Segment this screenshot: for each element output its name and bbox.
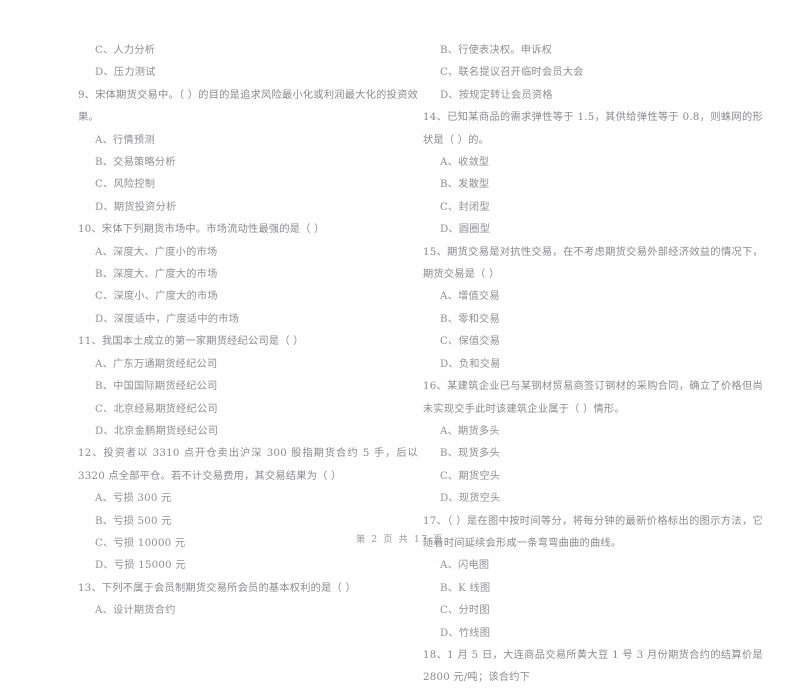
question-option[interactable]: C、保值交易 <box>423 331 763 353</box>
question-columns: C、人力分析 D、压力测试 9、宋体期货交易中。（ ）的目的是追求风险最小化或利润最… <box>0 0 800 683</box>
question-option[interactable]: B、深度大、广度大的市场 <box>78 264 418 286</box>
question-block: C、人力分析 D、压力测试 <box>78 40 418 85</box>
question-stem: 18、1 月 5 日，大连商品交易所黄大豆 1 号 3 月份期货合约的结算价是 … <box>423 649 763 684</box>
question-option[interactable]: B、亏损 500 元 <box>78 511 418 533</box>
question-option[interactable]: D、深度适中，广度适中的市场 <box>78 309 418 331</box>
question-option[interactable]: D、期货投资分析 <box>78 197 418 219</box>
question-block: 13、下列不属于会员制期货交易所会员的基本权利的是（ ） A、设计期货合约 <box>78 578 418 623</box>
question-option[interactable]: C、期货空头 <box>423 466 763 488</box>
question-option[interactable]: A、行情预测 <box>78 130 418 152</box>
question-stem: 9、宋体期货交易中。（ ）的目的是追求风险最小化或利润最大化的投资效果。 <box>78 89 418 124</box>
question-option[interactable]: D、亏损 15000 元 <box>78 555 418 577</box>
question-option[interactable]: D、竹线图 <box>423 623 763 645</box>
question-option[interactable]: B、交易策略分析 <box>78 152 418 174</box>
question-stem: 16、某建筑企业已与某钢材贸易商签订钢材的采购合同，确立了价格但尚未实现交手此时… <box>423 381 763 415</box>
question-option[interactable]: B、现货多头 <box>423 443 763 465</box>
question-option[interactable]: D、圆圈型 <box>423 219 763 241</box>
question-stem: 15、期货交易是对抗性交易，在不考虑期货交易外部经济效益的情况下，期货交易是（ … <box>423 246 763 281</box>
question-option[interactable]: B、行使表决权。申诉权 <box>423 40 763 62</box>
question-option[interactable]: A、亏损 300 元 <box>78 488 418 510</box>
question-option[interactable]: C、人力分析 <box>78 40 418 62</box>
question-option[interactable]: A、广东万通期货经纪公司 <box>78 354 418 376</box>
question-option[interactable]: B、零和交易 <box>423 309 763 331</box>
exam-page: C、人力分析 D、压力测试 9、宋体期货交易中。（ ）的目的是追求风险最小化或利润最… <box>0 0 800 683</box>
question-option[interactable]: A、设计期货合约 <box>78 600 418 622</box>
question-option[interactable]: C、风险控制 <box>78 174 418 196</box>
question-option[interactable]: A、增值交易 <box>423 286 763 308</box>
question-block: 11、我国本土成立的第一家期货经纪公司是（ ） A、广东万通期货经纪公司 B、中国国… <box>78 331 418 443</box>
question-stem: 11、我国本土成立的第一家期货经纪公司是（ ） <box>78 336 304 348</box>
question-block: 14、已知某商品的需求弹性等于 1.5，其供给弹性等于 0.8，则蛛网的形状是（… <box>423 107 763 241</box>
question-option[interactable]: A、期货多头 <box>423 421 763 443</box>
question-option[interactable]: B、K 线图 <box>423 578 763 600</box>
question-option[interactable]: C、深度小、广度大的市场 <box>78 286 418 308</box>
question-block: 15、期货交易是对抗性交易，在不考虑期货交易外部经济效益的情况下，期货交易是（ … <box>423 242 763 376</box>
question-block: 9、宋体期货交易中。（ ）的目的是追求风险最小化或利润最大化的投资效果。 A、行情… <box>78 85 418 219</box>
question-option[interactable]: A、深度大、广度小的市场 <box>78 242 418 264</box>
question-option[interactable]: D、压力测试 <box>78 62 418 84</box>
question-block: 12、投资者以 3310 点开仓卖出沪深 300 股指期货合约 5 手，后以 3… <box>78 443 418 577</box>
question-option[interactable]: D、现货空头 <box>423 488 763 510</box>
question-option[interactable]: D、按规定转让会员资格 <box>423 85 763 107</box>
question-stem: 10、宋体下列期货市场中。市场流动性最强的是（ ） <box>78 224 325 236</box>
question-option[interactable]: A、闪电图 <box>423 555 763 577</box>
right-column: B、行使表决权。申诉权 C、联名提议召开临时会员大会 D、按规定转让会员资格 14、已… <box>423 40 763 690</box>
question-option[interactable]: D、北京金鹏期货经纪公司 <box>78 421 418 443</box>
question-stem: 13、下列不属于会员制期货交易所会员的基本权利的是（ ） <box>78 582 356 594</box>
question-option[interactable]: A、收敛型 <box>423 152 763 174</box>
page-footer: 第 2 页 共 17 页 <box>355 534 445 545</box>
question-option[interactable]: B、中国国际期货经纪公司 <box>78 376 418 398</box>
question-option[interactable]: C、北京经易期货经纪公司 <box>78 399 418 421</box>
question-option[interactable]: C、分时图 <box>423 600 763 622</box>
question-stem: 12、投资者以 3310 点开仓卖出沪深 300 股指期货合约 5 手，后以 3… <box>78 448 418 482</box>
question-block: 16、某建筑企业已与某钢材贸易商签订钢材的采购合同，确立了价格但尚未实现交手此时… <box>423 376 763 510</box>
question-option[interactable]: D、负和交易 <box>423 354 763 376</box>
question-stem: 14、已知某商品的需求弹性等于 1.5，其供给弹性等于 0.8，则蛛网的形状是（… <box>423 112 763 146</box>
question-option[interactable]: C、联名提议召开临时会员大会 <box>423 62 763 84</box>
question-option[interactable]: C、封闭型 <box>423 197 763 219</box>
question-option[interactable]: B、发散型 <box>423 174 763 196</box>
question-block: 18、1 月 5 日，大连商品交易所黄大豆 1 号 3 月份期货合约的结算价是 … <box>423 645 763 690</box>
question-block: B、行使表决权。申诉权 C、联名提议召开临时会员大会 D、按规定转让会员资格 <box>423 40 763 107</box>
question-block: 10、宋体下列期货市场中。市场流动性最强的是（ ） A、深度大、广度小的市场 B、深… <box>78 219 418 331</box>
